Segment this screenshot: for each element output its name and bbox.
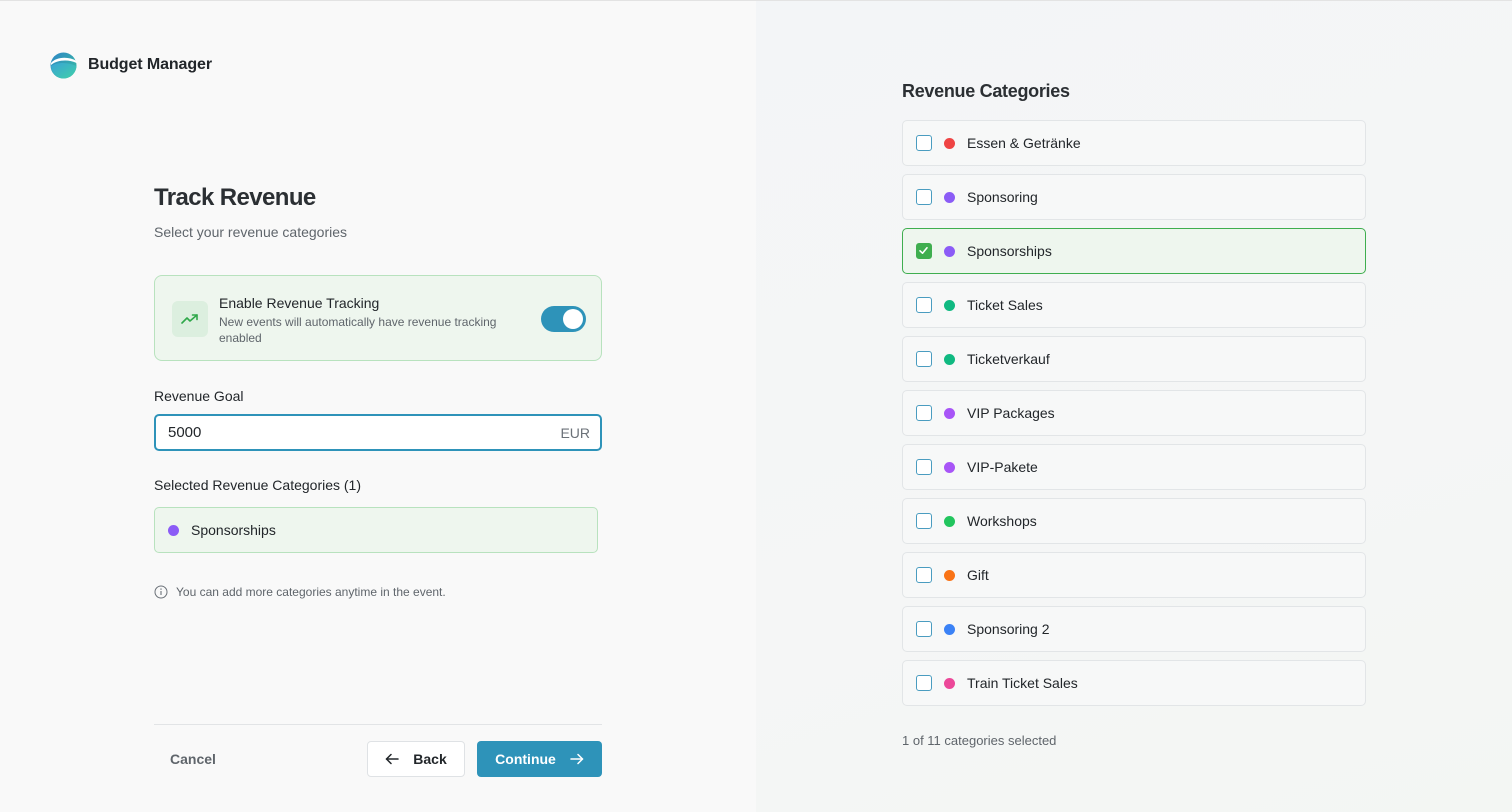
trending-up-icon-box xyxy=(172,301,208,337)
toggle-knob xyxy=(563,309,583,329)
arrow-right-icon xyxy=(570,753,584,765)
continue-button-label: Continue xyxy=(495,751,556,767)
category-item[interactable]: Workshops xyxy=(902,498,1366,544)
selected-category-chip: Sponsorships xyxy=(154,507,598,553)
page-title: Track Revenue xyxy=(154,184,316,211)
category-name: Sponsoring xyxy=(967,189,1038,205)
category-color-dot xyxy=(944,246,955,257)
hint-text: You can add more categories anytime in t… xyxy=(176,585,446,599)
category-name: Workshops xyxy=(967,513,1037,529)
category-item[interactable]: Gift xyxy=(902,552,1366,598)
setup-panel: Budget Manager Track Revenue Select your… xyxy=(0,1,756,812)
category-color-dot xyxy=(944,408,955,419)
category-color-dot xyxy=(944,300,955,311)
category-checkbox[interactable] xyxy=(916,135,932,151)
category-item[interactable]: Essen & Getränke xyxy=(902,120,1366,166)
category-name: Ticket Sales xyxy=(967,297,1043,313)
category-name: Sponsoring 2 xyxy=(967,621,1050,637)
selection-count: 1 of 11 categories selected xyxy=(902,733,1057,748)
category-color-dot xyxy=(944,462,955,473)
category-item[interactable]: Train Ticket Sales xyxy=(902,660,1366,706)
check-icon xyxy=(919,246,928,254)
category-item[interactable]: Sponsoring xyxy=(902,174,1366,220)
category-item[interactable]: VIP Packages xyxy=(902,390,1366,436)
category-item[interactable]: VIP-Pakete xyxy=(902,444,1366,490)
revenue-goal-field: EUR xyxy=(154,414,602,451)
categories-heading: Revenue Categories xyxy=(902,81,1070,101)
page-subtitle: Select your revenue categories xyxy=(154,224,347,240)
category-name: VIP Packages xyxy=(967,405,1055,421)
revenue-goal-input[interactable] xyxy=(168,416,538,449)
cancel-button[interactable]: Cancel xyxy=(154,741,232,776)
tracking-description: New events will automatically have reven… xyxy=(219,315,497,345)
category-color-dot xyxy=(168,525,179,536)
category-checkbox[interactable] xyxy=(916,405,932,421)
hint: You can add more categories anytime in t… xyxy=(154,585,446,599)
category-checkbox[interactable] xyxy=(916,567,932,583)
revenue-goal-label: Revenue Goal xyxy=(154,388,244,404)
revenue-tracking-card: Enable Revenue Tracking New events will … xyxy=(154,275,602,361)
category-list: Essen & Getränke Sponsoring Sponsorships Ti… xyxy=(902,120,1366,714)
back-button[interactable]: Back xyxy=(367,741,465,777)
category-color-dot xyxy=(944,192,955,203)
category-checkbox[interactable] xyxy=(916,459,932,475)
category-color-dot xyxy=(944,138,955,149)
category-item[interactable]: Sponsoring 2 xyxy=(902,606,1366,652)
category-item[interactable]: Ticket Sales xyxy=(902,282,1366,328)
category-name: Essen & Getränke xyxy=(967,135,1081,151)
arrow-left-icon xyxy=(386,753,400,765)
category-checkbox[interactable] xyxy=(916,621,932,637)
selected-category-name: Sponsorships xyxy=(191,522,276,538)
back-button-label: Back xyxy=(413,751,447,767)
revenue-tracking-toggle[interactable] xyxy=(541,306,586,332)
category-color-dot xyxy=(944,624,955,635)
category-checkbox[interactable] xyxy=(916,351,932,367)
category-name: Sponsorships xyxy=(967,243,1052,259)
selected-categories-label: Selected Revenue Categories (1) xyxy=(154,477,362,493)
tracking-title: Enable Revenue Tracking xyxy=(219,295,380,311)
category-item[interactable]: Ticketverkauf xyxy=(902,336,1366,382)
category-checkbox[interactable] xyxy=(916,297,932,313)
category-item[interactable]: Sponsorships xyxy=(902,228,1366,274)
category-color-dot xyxy=(944,570,955,581)
category-name: Gift xyxy=(967,567,989,583)
continue-button[interactable]: Continue xyxy=(477,741,602,777)
currency-unit: EUR xyxy=(560,425,590,441)
info-icon xyxy=(154,585,168,599)
category-color-dot xyxy=(944,354,955,365)
categories-panel: Revenue Categories Essen & Getränke Spons… xyxy=(756,1,1512,812)
category-checkbox[interactable] xyxy=(916,243,932,259)
category-color-dot xyxy=(944,678,955,689)
brand: Budget Manager xyxy=(50,51,212,79)
category-name: VIP-Pakete xyxy=(967,459,1038,475)
brand-name: Budget Manager xyxy=(88,56,212,73)
category-color-dot xyxy=(944,516,955,527)
category-checkbox[interactable] xyxy=(916,675,932,691)
category-checkbox[interactable] xyxy=(916,189,932,205)
trending-up-icon xyxy=(181,314,198,324)
budget-manager-logo-icon xyxy=(50,52,77,79)
category-checkbox[interactable] xyxy=(916,513,932,529)
footer-divider xyxy=(154,724,602,725)
category-name: Train Ticket Sales xyxy=(967,675,1078,691)
category-name: Ticketverkauf xyxy=(967,351,1050,367)
